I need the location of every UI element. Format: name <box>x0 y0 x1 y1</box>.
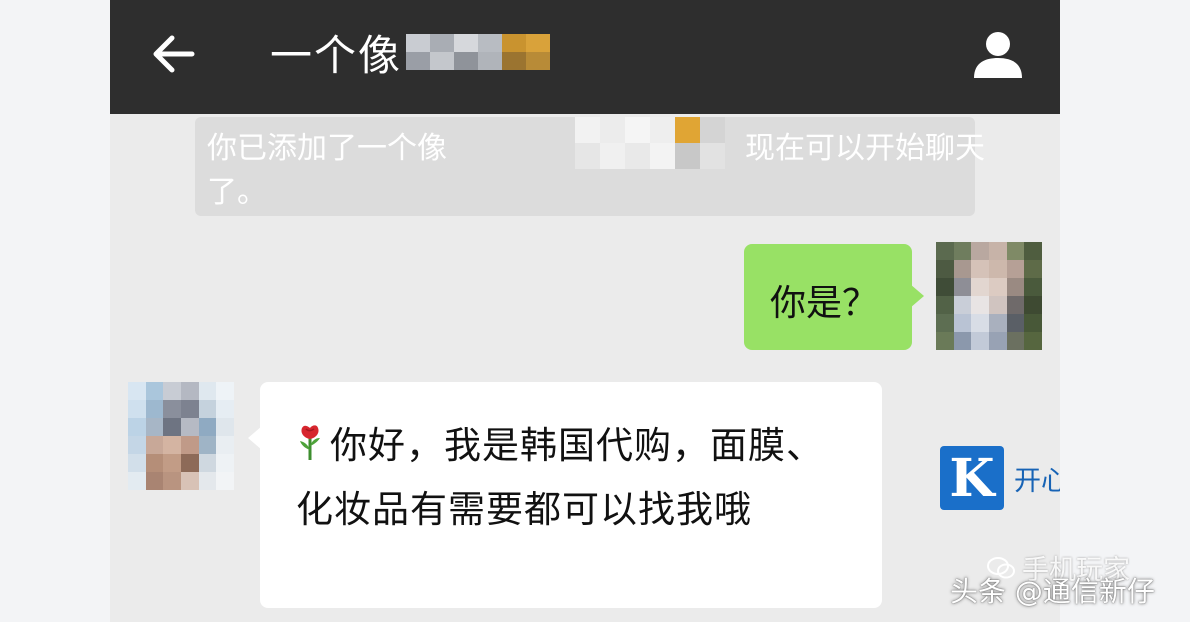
arrow-left-icon <box>153 35 195 73</box>
sent-message-text: 你是？ <box>770 283 879 324</box>
back-button[interactable] <box>148 28 200 80</box>
bubble-tail <box>910 284 924 308</box>
page-margin-left <box>0 0 110 622</box>
chat-header: 一个像 <box>110 0 1060 114</box>
system-notice-line1-prefix: 你已添加了一个像 <box>207 131 447 166</box>
page-margin-right <box>1060 0 1190 622</box>
self-avatar[interactable] <box>936 242 1042 350</box>
received-message-bubble[interactable]: 你好，我是韩国代购，面膜、化妆品有需要都可以找我哦 <box>248 382 882 608</box>
notice-pixelation <box>575 117 725 169</box>
contact-avatar[interactable] <box>128 382 234 490</box>
bubble-tail <box>248 426 262 450</box>
title-pixelation <box>406 34 551 70</box>
source-watermark: 头条 @通信新仔 <box>950 575 1155 608</box>
brand-watermark: K 开心手机恢复大师 <box>940 444 1060 512</box>
chat-screen: 一个像 你已添加了一个像 现在可以开始聊天 了。 你是？ 你好，我是韩国代购，面… <box>110 0 1060 622</box>
system-notice: 你已添加了一个像 现在可以开始聊天 了。 <box>195 117 985 216</box>
system-notice-line1-suffix: 现在可以开始聊天 <box>745 131 985 166</box>
sent-message-bubble[interactable]: 你是？ <box>744 244 924 350</box>
received-message-text: 你好，我是韩国代购，面膜、化妆品有需要都可以找我哦 <box>296 424 824 531</box>
avatar-pixelation <box>936 242 1042 350</box>
contact-profile-button[interactable] <box>970 26 1026 82</box>
brand-watermark-text: 开心手机恢复大师 <box>1014 465 1060 497</box>
person-icon <box>974 32 1022 78</box>
brand-logo: K <box>940 446 1004 510</box>
system-notice-line2: 了。 <box>207 175 267 210</box>
received-message-content: 你好，我是韩国代购，面膜、化妆品有需要都可以找我哦 <box>296 416 844 540</box>
rose-icon <box>296 420 324 480</box>
avatar-pixelation <box>128 382 234 490</box>
chat-title: 一个像 <box>270 30 403 80</box>
chat-title-wrap: 一个像 <box>270 22 551 82</box>
